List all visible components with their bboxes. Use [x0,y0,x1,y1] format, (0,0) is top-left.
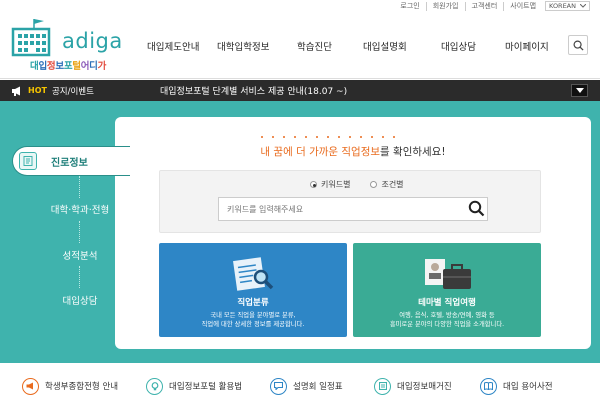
quick-link-label: 대입 용어사전 [503,382,553,392]
radio-dot-icon [310,181,317,188]
quick-link-briefing-schedule[interactable]: 설명회 일정표 [270,377,343,395]
quick-link-portal-guide[interactable]: 대입정보포털 활용법 [146,377,243,395]
nav-learning-diagnosis[interactable]: 학습진단 [297,39,332,53]
search-icon [573,40,584,51]
sidebar: 대학·학과·전형 성적분석 대입상담 [0,101,130,363]
quick-link-comprehensive-admission[interactable]: 학생부종합전형 안내 [22,377,119,395]
quick-link-label: 설명회 일정표 [293,382,343,392]
card-description: 여행, 음식, 호텔, 방송/연예, 영화 등 흥미로운 분야의 다양한 직업을… [353,311,541,329]
quick-links-bar: 학생부종합전형 안내 대입정보포털 활용법 설명회 일정표 대입정보매거진 대입… [0,363,600,409]
profile-briefcase-icon [425,259,471,289]
sidebar-item-label: 진로정보 [51,157,88,169]
nav-university-info[interactable]: 대학입학정보 [217,39,269,53]
notice-bar: HOT 공지/이벤트 대입정보포털 단계별 서비스 제공 안내(18.07 ~) [0,80,600,101]
notice-text[interactable]: 대입정보포털 단계별 서비스 제공 안내(18.07 ~) [160,84,347,97]
building-flag-icon [11,19,51,57]
customer-center-link[interactable]: 고객센터 [466,1,505,11]
radio-keyword-label: 키워드별 [321,180,351,189]
logo-subtitle-char: 털 [72,61,81,72]
quick-link-glossary[interactable]: 대입 용어사전 [480,377,553,395]
content-panel: 내 꿈에 더 가까운 직업정보를 확인하세요! 키워드별 조건별 직업분류 [115,117,591,349]
main-section: 대학·학과·전형 성적분석 대입상담 내 꿈에 더 가까운 직업정보를 확인하세… [0,101,600,363]
nav-consulting[interactable]: 대입상담 [441,39,476,53]
sidebar-divider [79,266,81,288]
quick-link-magazine[interactable]: 대입정보매거진 [374,377,452,395]
notice-category: HOT 공지/이벤트 [0,80,140,101]
quick-link-label: 대입정보매거진 [397,382,452,392]
radio-condition-label: 조건별 [381,180,404,189]
language-select[interactable]: KOREAN [545,1,590,11]
job-classification-card[interactable]: 직업분류 국내 모든 직업을 분야별로 분류, 직업에 대한 상세한 정보를 제… [159,243,347,337]
sitemap-link[interactable]: 사이트맵 [504,2,542,11]
logo-subtitle-char: 보 [55,61,64,72]
chevron-down-icon [575,88,584,93]
search-mode-radios: 키워드별 조건별 [310,179,404,190]
hot-badge: HOT [28,86,47,95]
megaphone-icon [22,377,39,395]
radio-keyword[interactable]: 키워드별 [310,179,350,190]
logo-subtitle-char: 포 [63,61,73,72]
chat-icon [270,377,287,395]
theme-job-travel-card[interactable]: 테마별 직업여행 여행, 음식, 호텔, 방송/연예, 영화 등 흥미로운 분야… [353,243,541,337]
sidebar-item-career-info[interactable]: 진로정보 [12,146,130,176]
logo-subtitle-char: 입 [38,61,47,72]
headline-highlight: 내 꿈에 더 가까운 직업정보 [260,146,381,158]
logo-subtitle: 대입정보포털어디가 [30,58,106,72]
notice-expand-button[interactable] [571,84,588,97]
job-search-panel: 키워드별 조건별 [159,170,541,233]
keyword-search-input[interactable] [218,197,488,221]
document-magnifier-icon [233,257,274,291]
headline: 내 꿈에 더 가까운 직업정보를 확인하세요! [115,144,591,159]
card-desc-line: 여행, 음식, 호텔, 방송/연예, 영화 등 [399,312,495,319]
login-link[interactable]: 로그인 [394,1,427,11]
site-header: adiga 대입정보포털어디가 대입제도안내 대학입학정보 학습진단 대입설명회… [0,13,600,79]
nav-admission-system[interactable]: 대입제도안내 [147,39,199,53]
signup-link[interactable]: 회원가입 [427,1,466,11]
chevron-down-icon [580,4,586,8]
megaphone-icon [12,86,20,96]
headline-accent-dots [261,136,395,138]
nav-briefing-session[interactable]: 대입설명회 [363,39,407,53]
adiga-logo[interactable]: adiga 대입정보포털어디가 [10,17,125,75]
lightbulb-icon [146,377,163,395]
radio-condition[interactable]: 조건별 [370,179,404,190]
radio-dot-icon [370,181,378,188]
card-description: 국내 모든 직업을 분야별로 분류, 직업에 대한 상세한 정보를 제공합니다. [159,311,347,329]
logo-subtitle-char: 디 [89,61,98,72]
search-icon [468,200,485,217]
document-icon [19,152,37,170]
magazine-icon [374,377,391,395]
card-desc-line: 국내 모든 직업을 분야별로 분류, [210,312,296,319]
sidebar-divider [79,221,81,243]
quick-link-label: 대입정보포털 활용법 [169,382,243,392]
logo-subtitle-char: 어 [80,61,90,72]
language-label: KOREAN [549,1,576,10]
card-title: 테마별 직업여행 [418,298,476,308]
logo-wordmark: adiga [62,29,123,53]
utility-bar: 로그인 회원가입 고객센터 사이트맵 KOREAN [0,0,600,13]
sidebar-divider [79,176,81,198]
book-icon [480,377,497,395]
card-desc-line: 직업에 대한 상세한 정보를 제공합니다. [201,321,305,328]
header-search-button[interactable] [568,35,588,55]
logo-subtitle-char: 가 [97,61,107,72]
card-title: 직업분류 [237,298,269,308]
quick-link-label: 학생부종합전형 안내 [45,382,119,392]
utility-links: 로그인 회원가입 고객센터 사이트맵 KOREAN [394,1,590,11]
notice-category-label: 공지/이벤트 [51,86,94,97]
keyword-search-button[interactable] [468,200,485,221]
headline-rest: 를 확인하세요! [380,146,446,158]
nav-my-page[interactable]: 마이페이지 [505,39,549,53]
card-desc-line: 흥미로운 분야의 다양한 직업을 소개합니다. [389,321,505,328]
